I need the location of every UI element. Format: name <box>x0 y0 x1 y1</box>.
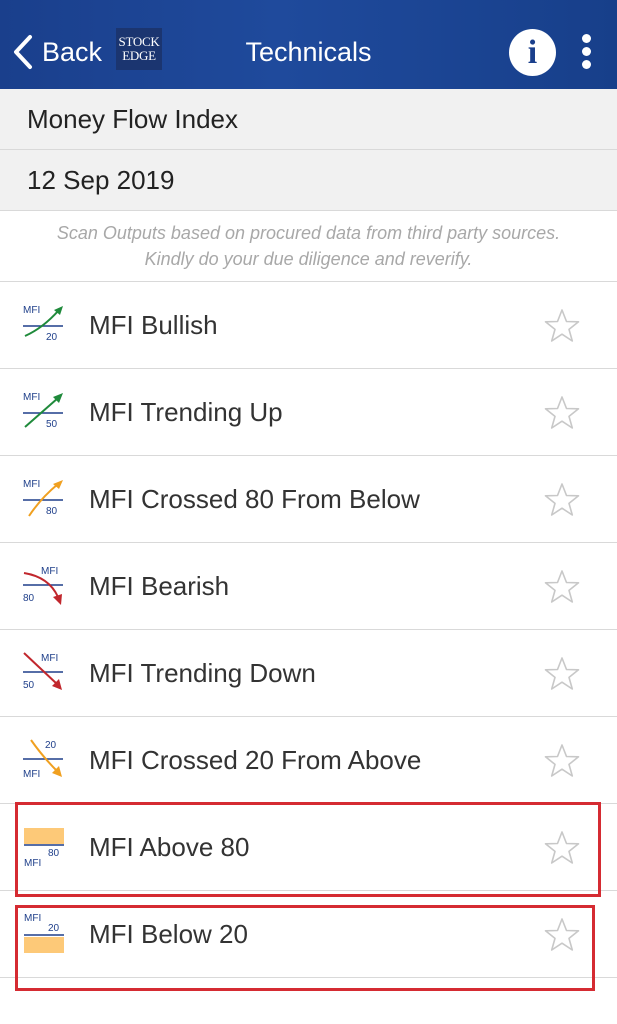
scan-label: MFI Trending Down <box>89 657 316 688</box>
svg-text:80: 80 <box>23 593 35 604</box>
svg-text:20: 20 <box>45 740 57 751</box>
scan-label: MFI Bearish <box>89 570 230 601</box>
scan-row-mfi-crossed-20-from-above[interactable]: 20 MFI MFI Crossed 20 From Above <box>0 717 617 804</box>
svg-text:20: 20 <box>46 332 58 343</box>
mfi-crossed-20-icon: 20 MFI <box>23 739 63 780</box>
star-icon[interactable] <box>544 917 580 953</box>
disclaimer: Scan Outputs based on procured data from… <box>0 211 617 282</box>
scan-date: 12 Sep 2019 <box>27 164 175 195</box>
svg-text:80: 80 <box>48 848 60 859</box>
svg-text:MFI: MFI <box>41 653 58 664</box>
star-icon[interactable] <box>544 830 580 866</box>
date-row[interactable]: 12 Sep 2019 <box>0 150 617 211</box>
svg-text:MFI: MFI <box>41 566 58 577</box>
star-icon[interactable] <box>544 395 580 431</box>
scan-row-mfi-bearish[interactable]: MFI 80 MFI Bearish <box>0 543 617 630</box>
info-button[interactable]: i <box>509 29 556 76</box>
svg-text:50: 50 <box>46 419 58 430</box>
star-icon[interactable] <box>544 743 580 779</box>
svg-text:MFI: MFI <box>24 858 41 869</box>
scan-label: MFI Crossed 80 From Below <box>89 483 420 514</box>
scan-row-mfi-trending-up[interactable]: MFI 50 MFI Trending Up <box>0 369 617 456</box>
mfi-trending-down-icon: MFI 50 <box>23 652 63 691</box>
more-options-icon[interactable] <box>578 34 594 72</box>
mfi-bearish-icon: MFI 80 <box>23 566 63 605</box>
svg-text:MFI: MFI <box>23 479 40 490</box>
svg-text:80: 80 <box>46 506 58 517</box>
scan-label: MFI Crossed 20 From Above <box>89 744 422 775</box>
app-header: Back STOCK EDGE Technicals i <box>0 0 617 89</box>
mfi-below-20-icon: MFI 20 <box>24 913 64 953</box>
scan-row-mfi-bullish[interactable]: MFI 20 MFI Bullish <box>0 282 617 369</box>
star-icon[interactable] <box>544 569 580 605</box>
disclaimer-line-2: Kindly do your due diligence and reverif… <box>144 249 473 269</box>
svg-text:MFI: MFI <box>23 769 40 780</box>
mfi-trending-up-icon: MFI 50 <box>23 392 63 430</box>
scan-label: MFI Below 20 <box>89 918 248 949</box>
scan-row-mfi-trending-down[interactable]: MFI 50 MFI Trending Down <box>0 630 617 717</box>
svg-text:50: 50 <box>23 680 35 691</box>
star-icon[interactable] <box>544 308 580 344</box>
scan-row-mfi-below-20[interactable]: MFI 20 MFI Below 20 <box>0 891 617 978</box>
mfi-crossed-80-icon: MFI 80 <box>23 479 63 517</box>
scan-label: MFI Bullish <box>89 309 218 340</box>
mfi-bullish-icon: MFI 20 <box>23 305 63 343</box>
scan-row-mfi-above-80[interactable]: 80 MFI MFI Above 80 <box>0 804 617 891</box>
scan-label: MFI Above 80 <box>89 831 250 862</box>
star-icon[interactable] <box>544 482 580 518</box>
svg-text:MFI: MFI <box>23 305 40 316</box>
mfi-above-80-icon: 80 MFI <box>24 828 64 869</box>
scan-label: MFI Trending Up <box>89 396 283 427</box>
disclaimer-line-1: Scan Outputs based on procured data from… <box>56 223 561 243</box>
svg-text:MFI: MFI <box>23 392 40 403</box>
scan-list: MFI 20 MFI Bullish MFI 50 MFI Trending U… <box>0 282 617 978</box>
star-icon[interactable] <box>544 656 580 692</box>
indicator-name-row: Money Flow Index <box>0 89 617 150</box>
indicator-name: Money Flow Index <box>27 103 238 134</box>
scan-row-mfi-crossed-80-from-below[interactable]: MFI 80 MFI Crossed 80 From Below <box>0 456 617 543</box>
svg-text:MFI: MFI <box>24 913 41 924</box>
svg-text:20: 20 <box>48 923 60 934</box>
